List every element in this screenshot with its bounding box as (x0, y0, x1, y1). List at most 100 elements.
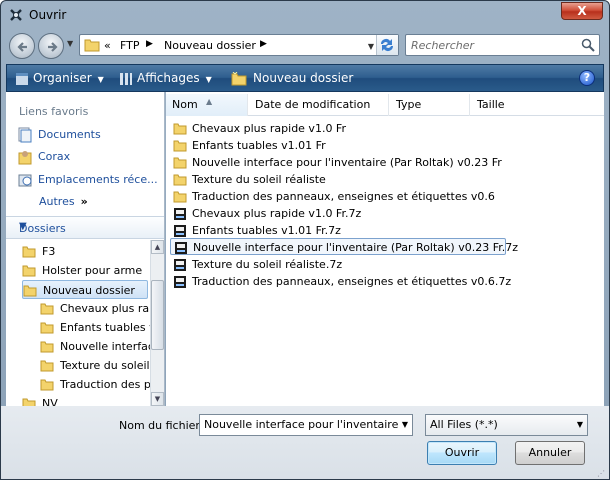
list-item-selected[interactable]: Nouvelle interface pour l'inventaire (Pa… (170, 238, 518, 255)
column-type[interactable]: Type (390, 94, 470, 116)
breadcrumb-ftp[interactable]: FTP (120, 39, 140, 52)
back-button[interactable] (9, 33, 35, 59)
archive-7z-icon (175, 242, 187, 254)
filename-combobox[interactable]: Nouvelle interface pour l'inventaire (Pa… (199, 414, 413, 436)
chevron-down-icon: ▼ (576, 420, 583, 429)
tree-item-label: Traduction des p (60, 378, 150, 391)
scroll-down-icon[interactable]: ▼ (151, 392, 164, 406)
tree-item-label: Chevaux plus rap (60, 302, 150, 315)
tree-item-nouveau-dossier[interactable]: Nouveau dossier (22, 280, 148, 299)
dialog-footer: Nom du fichier : Nouvelle interface pour… (1, 406, 609, 479)
list-item-name: Texture du soleil réaliste (192, 173, 326, 186)
folder-icon (173, 191, 187, 203)
help-button[interactable]: ? (579, 70, 595, 86)
cancel-button[interactable]: Annuler (515, 441, 585, 465)
tree-item-texture[interactable]: Texture du soleil (40, 356, 150, 375)
favorite-recent-places[interactable]: Emplacements réce... (18, 171, 158, 189)
list-item-name: Chevaux plus rapide v1.0 Fr (192, 122, 346, 135)
favorite-documents-label: Documents (38, 128, 101, 141)
list-item[interactable]: Enfants tuables v1.01 Fr.7z (170, 222, 341, 239)
column-date[interactable]: Date de modification (249, 94, 389, 116)
list-item[interactable]: Enfants tuables v1.01 Fr (170, 137, 326, 154)
favorites-more-link[interactable]: Autres » (39, 195, 88, 208)
tree-item-traduction[interactable]: Traduction des p (40, 375, 150, 394)
close-button[interactable]: X (561, 2, 603, 20)
new-folder-icon (231, 71, 247, 85)
tree-item-enfants[interactable]: Enfants tuables v (40, 318, 150, 337)
favorite-corax[interactable]: Corax (18, 148, 70, 166)
dialog-app-icon (10, 9, 22, 21)
folder-icon (40, 341, 54, 353)
favorite-corax-label: Corax (38, 150, 71, 163)
tree-item-holster[interactable]: Holster pour arme (22, 261, 142, 280)
chevron-right-icon[interactable]: ▶ (146, 39, 153, 49)
chevron-down-icon[interactable]: ▼ (398, 415, 412, 435)
folder-icon (40, 360, 54, 372)
column-taille[interactable]: Taille (471, 94, 604, 116)
search-field[interactable]: Rechercher (405, 34, 600, 56)
folder-icon (22, 398, 36, 406)
address-row: ▼ « FTP ▶ Nouveau dossier ▶ ▼ Rechercher (1, 29, 609, 63)
archive-7z-icon (174, 208, 186, 220)
folder-icon (40, 303, 54, 315)
list-item[interactable]: Traduction des panneaux, enseignes et ét… (170, 273, 511, 290)
folder-icon (84, 39, 100, 52)
favorites-heading: Liens favoris (19, 105, 89, 118)
breadcrumb-overflow[interactable]: « (104, 39, 111, 52)
archive-7z-icon (174, 259, 186, 271)
list-item[interactable]: Nouvelle interface pour l'inventaire (Pa… (170, 154, 502, 171)
search-placeholder: Rechercher (411, 39, 475, 52)
search-icon[interactable] (581, 38, 595, 52)
organiser-button[interactable]: Organiser ▼ (15, 65, 104, 91)
list-item[interactable]: Texture du soleil réaliste (170, 171, 326, 188)
column-date-label: Date de modification (255, 98, 371, 111)
breadcrumb-nouveau-dossier[interactable]: Nouveau dossier (164, 39, 256, 52)
folders-header[interactable]: Dossiers ▼ (6, 216, 164, 239)
list-item-name: Nouvelle interface pour l'inventaire (Pa… (192, 156, 502, 169)
list-item[interactable]: Chevaux plus rapide v1.0 Fr (170, 120, 346, 137)
address-dropdown-icon[interactable]: ▼ (368, 42, 374, 51)
list-item[interactable]: Chevaux plus rapide v1.0 Fr.7z (170, 205, 361, 222)
column-nom[interactable]: ▲ Nom (166, 94, 248, 116)
column-type-label: Type (396, 98, 422, 111)
tree-item-nv[interactable]: NV (22, 394, 58, 406)
scroll-up-icon[interactable]: ▲ (151, 240, 164, 254)
tree-item-label: Nouveau dossier (43, 284, 135, 297)
title-bar: Ouvrir X (1, 1, 609, 29)
history-dropdown[interactable]: ▼ (67, 39, 77, 53)
file-list-pane: ▲ Nom Date de modification Type Taille Ch… (166, 92, 604, 406)
list-item[interactable]: Texture du soleil réaliste.7z (170, 256, 342, 273)
folder-icon (22, 265, 36, 277)
forward-arrow-icon (48, 42, 58, 52)
nouveau-dossier-label: Nouveau dossier (253, 71, 354, 85)
chevron-right-icon[interactable]: ▶ (260, 39, 267, 49)
tree-item-f3[interactable]: F3 (22, 242, 55, 261)
nouveau-dossier-button[interactable]: Nouveau dossier (231, 65, 353, 91)
navigation-pane: Liens favoris Documents Corax Emplacemen… (6, 92, 165, 406)
address-bar[interactable]: « FTP ▶ Nouveau dossier ▶ ▼ (79, 34, 399, 56)
filename-input[interactable]: Nouvelle interface pour l'inventaire (Pa… (204, 418, 412, 431)
dropdown-arrow-icon: ▼ (205, 75, 212, 84)
user-folder-icon (18, 151, 32, 165)
folder-icon (173, 123, 187, 135)
list-item[interactable]: Traduction des panneaux, enseignes et ét… (170, 188, 495, 205)
refresh-button[interactable] (376, 35, 398, 55)
tree-item-nouvelle-interface[interactable]: Nouvelle interfac (40, 337, 150, 356)
resize-grip-icon[interactable]: ⋰ (597, 469, 607, 479)
favorite-documents[interactable]: Documents (18, 126, 101, 144)
tree-item-label: Nouvelle interfac (60, 340, 150, 353)
archive-7z-icon (174, 276, 186, 288)
file-type-select[interactable]: All Files (*.*) ▼ (425, 414, 588, 436)
forward-button[interactable] (38, 33, 64, 59)
folder-tree-scrollbar[interactable]: ▲ ▼ (150, 240, 164, 406)
tree-item-label: Enfants tuables v (60, 321, 150, 334)
tree-item-chevaux[interactable]: Chevaux plus rap (40, 299, 150, 318)
affichages-button[interactable]: Affichages ▼ (119, 65, 212, 91)
organize-icon (16, 72, 28, 85)
open-button[interactable]: Ouvrir (427, 441, 497, 465)
scroll-thumb[interactable] (151, 280, 164, 350)
close-icon: X (577, 4, 587, 18)
favorite-recent-label: Emplacements réce... (38, 173, 158, 186)
open-folder-icon (23, 285, 37, 297)
organiser-label: Organiser (33, 71, 92, 85)
